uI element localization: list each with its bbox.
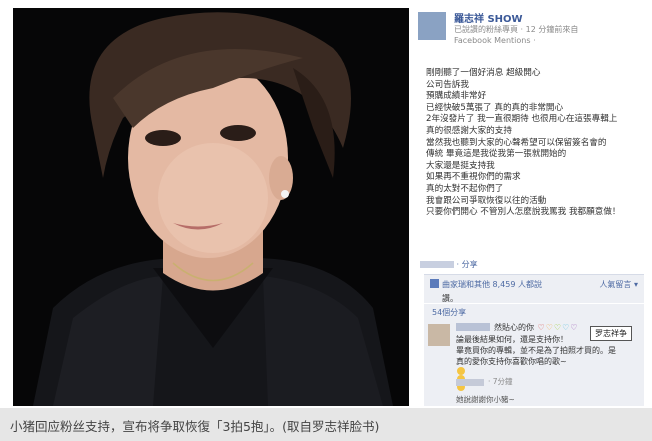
page-meta: 已說讚的粉絲專頁 · 12 分鐘前來自 <box>454 25 579 34</box>
likes-count-link[interactable]: 曲家瑞和其他 8,459 人都說 <box>442 279 542 290</box>
post-line: 2年沒發片了 我一直很期待 也很用心在這張專輯上 <box>426 114 618 125</box>
post-header: 羅志祥 SHOW 已說讚的粉絲專頁 · 12 分鐘前來自 Facebook Me… <box>414 8 646 54</box>
likes-suffix: 讚。 <box>442 294 458 303</box>
post-line: 大家還是挺支持我 <box>426 160 495 171</box>
commenter-avatar[interactable] <box>428 324 450 346</box>
comment-text-start: 然貼心的你 <box>494 323 534 332</box>
comment-body-line: 畢竟買你的專輯，並不是為了拍照才買的。是 <box>456 346 616 355</box>
portrait-photo <box>13 8 409 406</box>
post-line: 傳統 畢竟這是我從我第一張就開始的 <box>426 149 567 160</box>
post-source[interactable]: Facebook Mentions · <box>454 36 536 45</box>
like-thumb-icon <box>430 279 439 288</box>
page-avatar[interactable] <box>418 12 446 40</box>
post-line: 如果再不重視你們的需求 <box>426 172 521 183</box>
heart-icon: ♡ <box>562 323 570 332</box>
heart-icon: ♡ <box>570 323 578 332</box>
post-line: 預購成績非常好 <box>426 91 487 102</box>
heart-icon: ♡ <box>553 323 562 332</box>
post-body: 剛剛聽了一個好消息 超級開心 公司告訴我 預購成績非常好 已經快破5萬張了 真的… <box>426 68 642 219</box>
screenshot-frame: 羅志祥 SHOW 已說讚的粉絲專頁 · 12 分鐘前來自 Facebook Me… <box>0 0 652 441</box>
post-line: 公司告訴我 <box>426 79 469 90</box>
popular-comments-dropdown[interactable]: 人氣留言 ▾ <box>599 279 638 290</box>
blurred-action <box>420 261 454 268</box>
shares-row: 54個分享 <box>424 304 644 320</box>
post-line: 我會跟公司爭取恢復以往的活動 <box>426 195 547 206</box>
post-actions: · 分享 <box>420 259 646 271</box>
shares-link[interactable]: 54個分享 <box>432 307 466 318</box>
blurred-like-link[interactable] <box>456 378 484 386</box>
likes-summary: 曲家瑞和其他 8,459 人都說 人氣留言 ▾ 讚。 <box>424 274 644 303</box>
post-line: 剛剛聽了一個好消息 超級開心 <box>426 68 541 78</box>
heart-icon: ♡ <box>545 323 553 332</box>
post-line: 已經快破5萬張了 真的真的非常開心 <box>426 102 564 113</box>
comment-body-line-text: 真的愛你支持你喜歡你唱的歌~ <box>456 357 567 366</box>
facebook-post-panel: 羅志祥 SHOW 已說讚的粉絲專頁 · 12 分鐘前來自 Facebook Me… <box>414 8 646 406</box>
next-comment-preview: 她說謝謝你小豬~ <box>456 395 515 404</box>
comment-time[interactable]: · 7分鐘 <box>488 377 513 386</box>
hover-tooltip: 罗志祥争 <box>590 326 632 341</box>
post-line: 真的太對不起你們了 <box>426 183 504 194</box>
post-line: 真的很感謝大家的支持 <box>426 125 512 136</box>
caption-bar: 小猪回应粉丝支持，宣布将争取恢復「3拍5抱」。(取自罗志祥脸书) <box>0 408 652 441</box>
share-link[interactable]: · 分享 <box>457 260 478 269</box>
post-line: 只要你們開心 不管別人怎麼說我罵我 我都願意做！ <box>426 207 621 218</box>
commenter-name-blurred[interactable] <box>456 323 490 331</box>
smile-emoji-icon <box>457 367 465 375</box>
heart-icon: ♡ <box>537 323 545 332</box>
comment-line-1: 然貼心的你 ♡♡♡♡♡ <box>494 322 577 333</box>
post-line: 當然我也聽到大家的心聲希望可以保留簽名會的 <box>426 137 607 148</box>
page-name-link[interactable]: 羅志祥 SHOW <box>454 10 523 25</box>
caption-text: 小猪回应粉丝支持，宣布将争取恢復「3拍5抱」。(取自罗志祥脸书) <box>10 419 380 434</box>
comment-meta: · 7分鐘 <box>456 376 513 387</box>
